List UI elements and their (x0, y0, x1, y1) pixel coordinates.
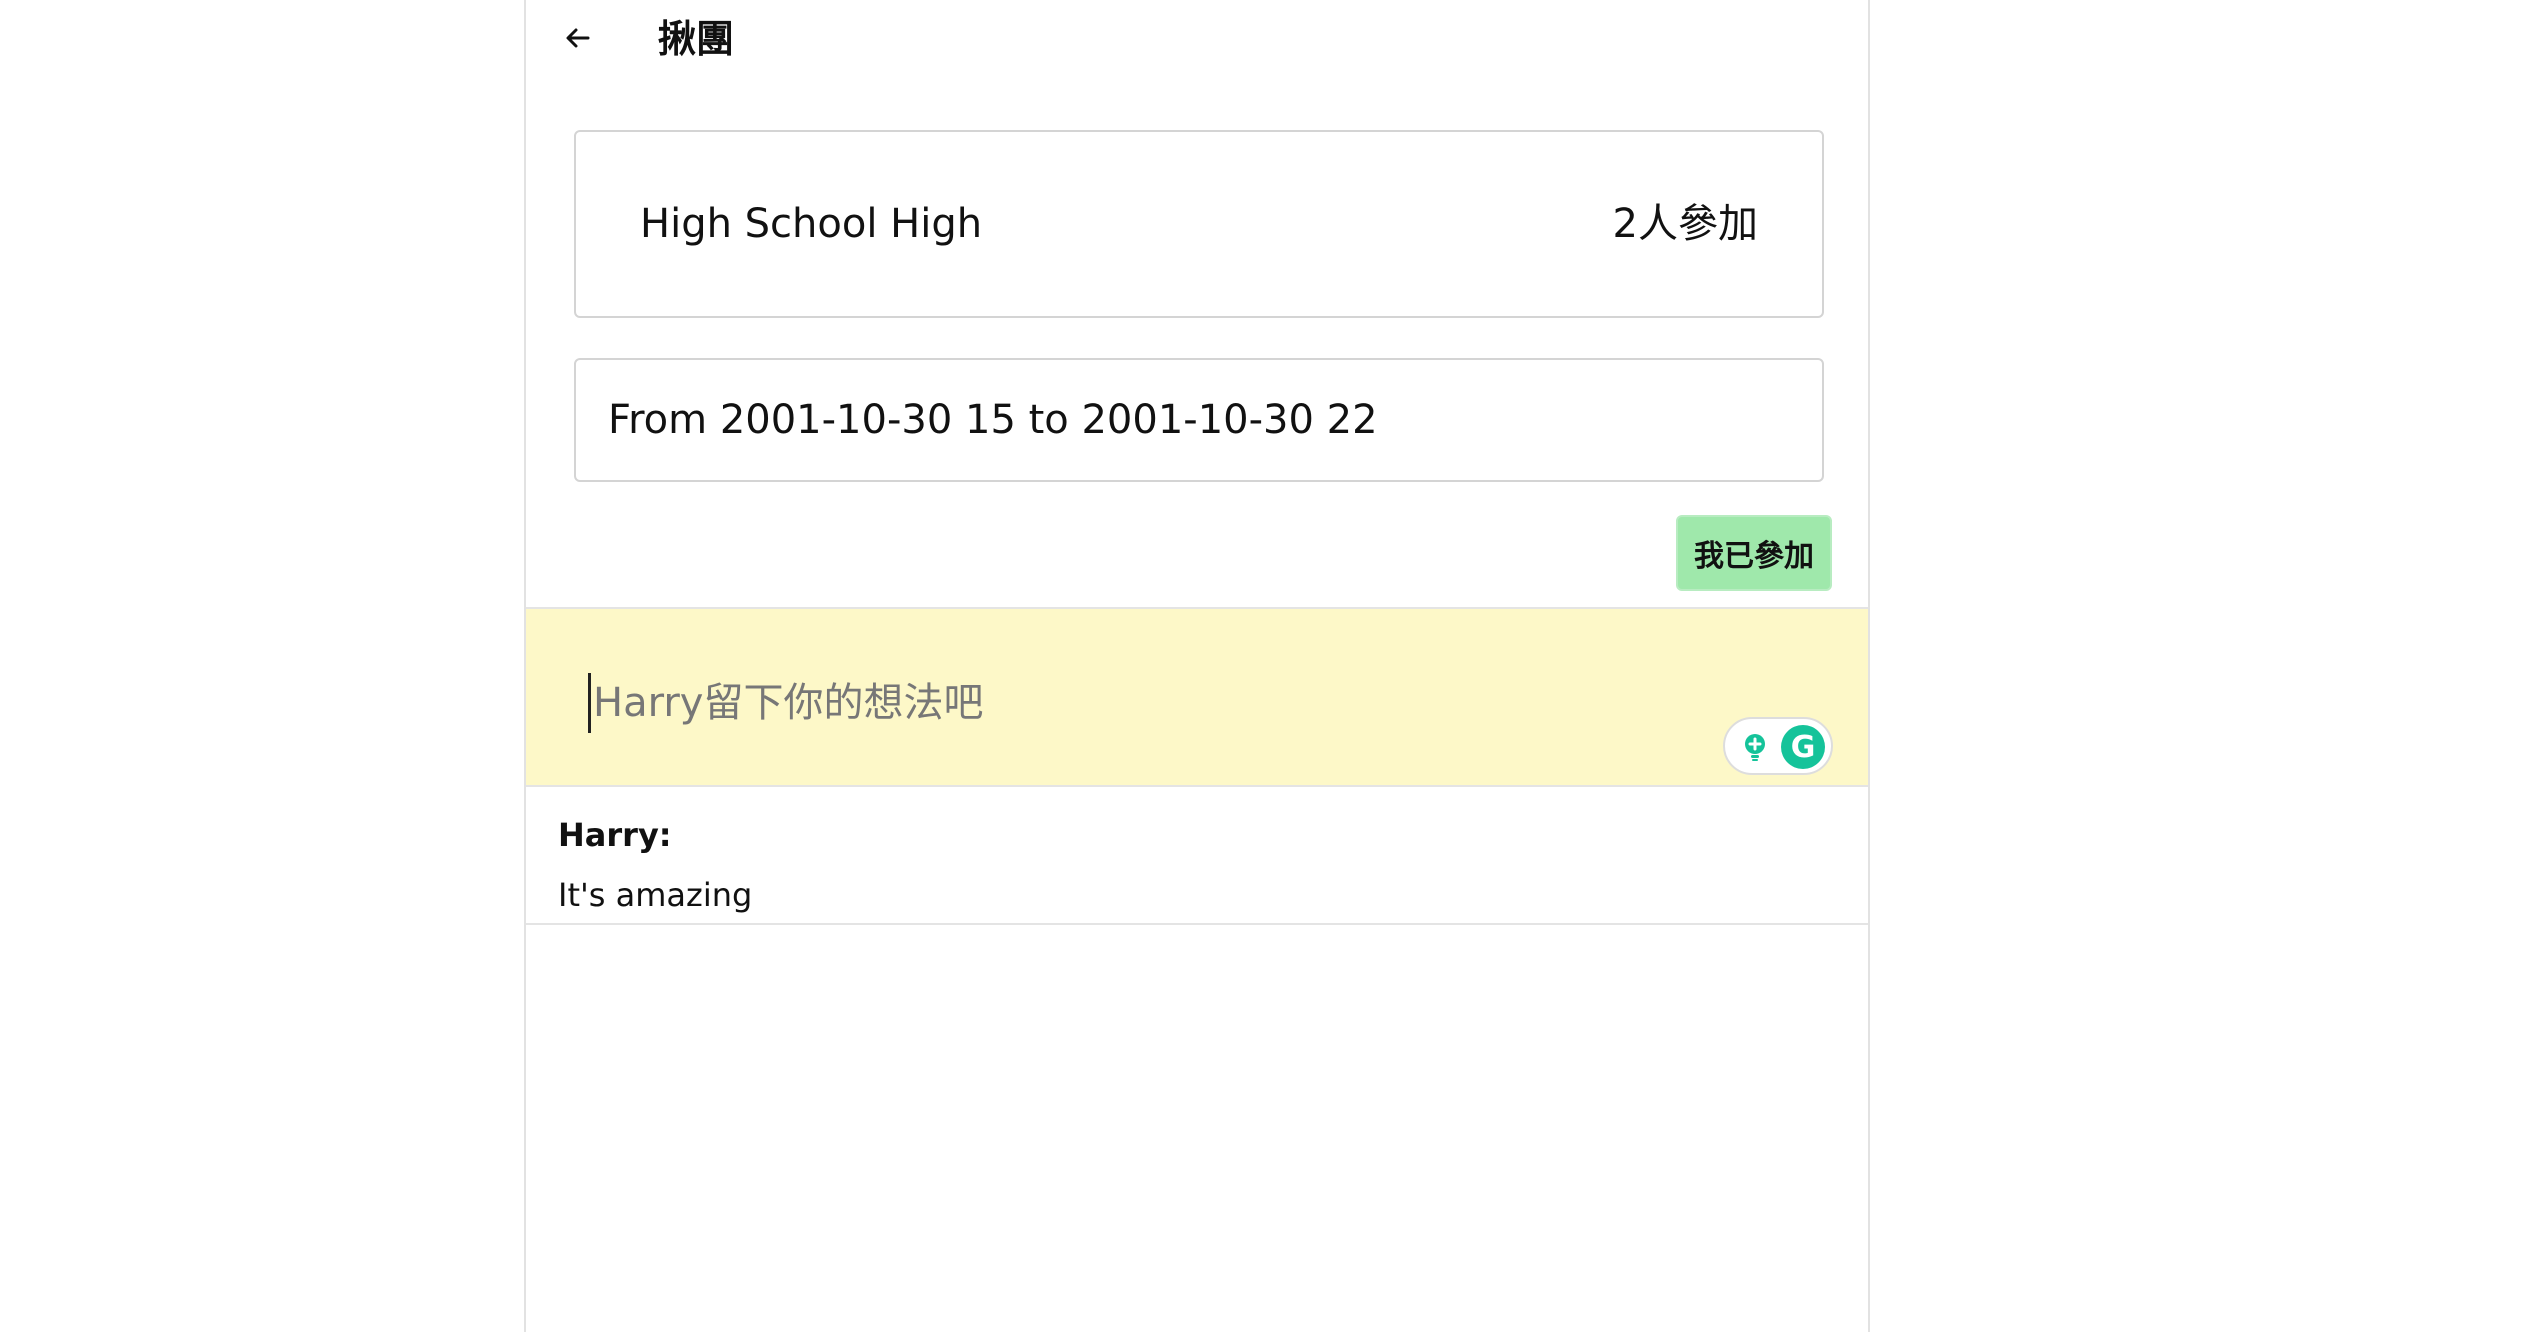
comment-item: Harry: It's amazing (526, 787, 1868, 923)
participant-count: 2人參加 (1612, 201, 1758, 247)
comment-author: Harry: (558, 816, 672, 854)
page-title: 揪團 (658, 17, 735, 61)
joined-button[interactable]: 我已參加 (1676, 515, 1832, 591)
comment-text: It's amazing (558, 876, 753, 914)
comment-input[interactable]: Harry留下你的想法吧 (588, 673, 1593, 733)
event-name: High School High (640, 201, 983, 247)
back-button[interactable] (556, 16, 600, 60)
grammarly-widget[interactable]: G (1723, 717, 1833, 775)
arrow-left-icon (566, 28, 590, 48)
event-card: High School High 2人參加 (574, 130, 1824, 318)
grammarly-icon[interactable]: G (1781, 725, 1825, 769)
comment-box: Harry留下你的想法吧 G (526, 609, 1868, 785)
lightbulb-icon[interactable] (1739, 731, 1771, 763)
event-time-card: From 2001-10-30 15 to 2001-10-30 22 (574, 358, 1824, 482)
top-bar: 揪團 (526, 0, 1868, 80)
event-time: From 2001-10-30 15 to 2001-10-30 22 (608, 397, 1378, 443)
divider (526, 923, 1868, 925)
app-frame: 揪團 High School High 2人參加 From 2001-10-30… (524, 0, 1870, 1332)
